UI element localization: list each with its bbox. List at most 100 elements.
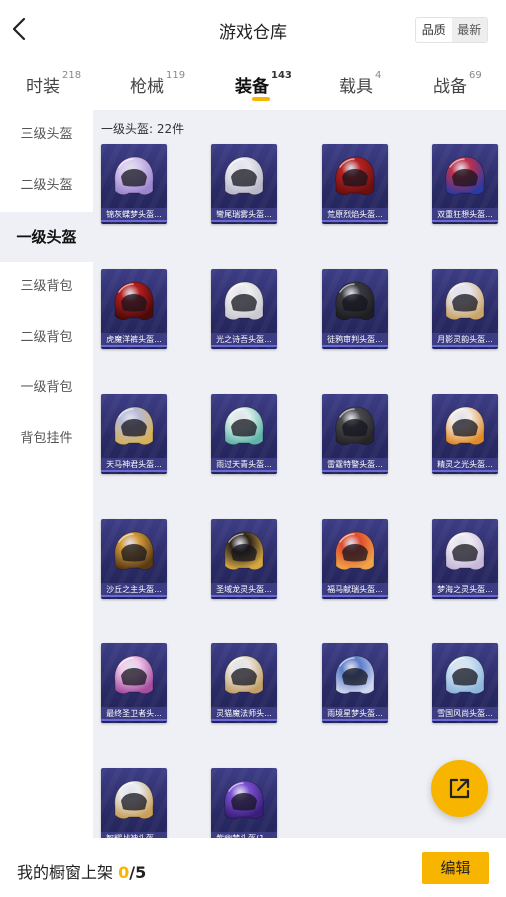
- helmet-icon: [335, 156, 375, 196]
- helmet-icon: [335, 406, 375, 446]
- tab-count: 119: [166, 70, 186, 81]
- sidebar-item-level2-helmet[interactable]: 二级头盔: [0, 161, 93, 211]
- helmet-icon: [335, 655, 375, 695]
- helmet-icon: [335, 531, 375, 571]
- item-card[interactable]: 最终圣卫者头...: [101, 643, 167, 723]
- helmet-icon: [445, 655, 485, 695]
- item-name: 灵猫魔法师头...: [211, 707, 277, 721]
- item-card[interactable]: 雨境星梦头盔...: [322, 643, 388, 723]
- helmet-icon: [114, 406, 154, 446]
- helmet-icon: [445, 406, 485, 446]
- sidebar: 三级头盔 二级头盔 一级头盔 三级背包 二级背包 一级背包 背包挂件: [0, 110, 93, 838]
- item-card[interactable]: 智耀战神头盔...: [101, 768, 167, 838]
- category-tabs: 时装218 枪械119 装备143 载具4 战备69: [0, 60, 506, 110]
- item-card[interactable]: 光之诗吾头盔...: [211, 269, 277, 349]
- item-card[interactable]: 徒鸦审判头盔...: [322, 269, 388, 349]
- sidebar-item-level2-backpack[interactable]: 二级背包: [0, 313, 93, 363]
- sidebar-item-level3-backpack[interactable]: 三级背包: [0, 262, 93, 312]
- item-grid-panel: 一级头盔: 22件 锦灰蝶梦头盔... 彎尾瑞雾头盔... 荒原烈焰头盔... 双重狂…: [93, 110, 506, 838]
- helmet-icon: [224, 655, 264, 695]
- item-card[interactable]: 沙丘之主头盔...: [101, 519, 167, 599]
- item-card[interactable]: 荒原烈焰头盔...: [322, 144, 388, 224]
- tab-label: 装备: [235, 77, 269, 97]
- helmet-icon: [114, 281, 154, 321]
- tab-combat-prep[interactable]: 战备69: [433, 70, 482, 97]
- item-name: 福马献瑞头盔...: [322, 583, 388, 597]
- tab-count: 143: [271, 70, 292, 81]
- share-button[interactable]: [431, 760, 488, 817]
- helmet-icon: [224, 156, 264, 196]
- edit-button[interactable]: 编辑: [422, 852, 489, 884]
- item-name: 最终圣卫者头...: [101, 707, 167, 721]
- item-card[interactable]: 天马神君头盔...: [101, 394, 167, 474]
- external-share-icon: [449, 778, 470, 799]
- item-name: 虎魔洋裤头盔...: [101, 333, 167, 347]
- sidebar-item-level1-helmet[interactable]: 一级头盔: [0, 212, 93, 262]
- item-card[interactable]: 双重狂想头盔...: [432, 144, 498, 224]
- item-name: 雪国风尚头盔...: [432, 707, 498, 721]
- item-name: 光之诗吾头盔...: [211, 333, 277, 347]
- showcase-label: 我的橱窗上架: [17, 863, 119, 882]
- bottom-bar: 我的橱窗上架 0/5 编辑: [0, 838, 506, 897]
- tab-label: 战备: [433, 77, 467, 97]
- helmet-icon: [114, 780, 154, 820]
- item-name: 天马神君头盔...: [101, 458, 167, 472]
- item-card[interactable]: 紫幽梦头盔(1...: [211, 768, 277, 838]
- header: 游戏仓库 品质 最新: [0, 0, 506, 60]
- helmet-icon: [445, 156, 485, 196]
- sort-quality-button[interactable]: 品质: [416, 18, 452, 42]
- item-card[interactable]: 雪国风尚头盔...: [432, 643, 498, 723]
- sidebar-item-level3-helmet[interactable]: 三级头盔: [0, 110, 93, 160]
- item-name: 雨过天青头盔...: [211, 458, 277, 472]
- showcase-status: 我的橱窗上架 0/5: [17, 859, 146, 883]
- item-card[interactable]: 梦海之灵头盔...: [432, 519, 498, 599]
- sort-newest-button[interactable]: 最新: [451, 18, 487, 42]
- helmet-icon: [114, 531, 154, 571]
- helmet-icon: [224, 406, 264, 446]
- tab-count: 69: [469, 70, 482, 81]
- item-name: 雨境星梦头盔...: [322, 707, 388, 721]
- helmet-icon: [445, 531, 485, 571]
- tab-count: 4: [375, 70, 382, 81]
- section-title: 一级头盔: 22件: [101, 122, 185, 136]
- item-card[interactable]: 雨过天青头盔...: [211, 394, 277, 474]
- tab-firearms[interactable]: 枪械119: [130, 70, 186, 97]
- item-name: 双重狂想头盔...: [432, 208, 498, 222]
- helmet-icon: [224, 780, 264, 820]
- helmet-icon: [224, 531, 264, 571]
- showcase-current-count: 0: [118, 863, 130, 882]
- tab-equipment[interactable]: 装备143: [235, 70, 292, 97]
- sidebar-item-backpack-charm[interactable]: 背包挂件: [0, 414, 93, 464]
- item-card[interactable]: 锦灰蝶梦头盔...: [101, 144, 167, 224]
- tab-vehicles[interactable]: 载具4: [339, 70, 382, 97]
- helmet-icon: [445, 281, 485, 321]
- item-card[interactable]: 精灵之光头盔...: [432, 394, 498, 474]
- item-card[interactable]: 灵猫魔法师头...: [211, 643, 277, 723]
- item-name: 圣域龙灵头盔...: [211, 583, 277, 597]
- item-name: 锦灰蝶梦头盔...: [101, 208, 167, 222]
- item-card[interactable]: 雷霆特警头盔...: [322, 394, 388, 474]
- item-name: 雷霆特警头盔...: [322, 458, 388, 472]
- tab-fashion[interactable]: 时装218: [26, 70, 82, 97]
- item-name: 沙丘之主头盔...: [101, 583, 167, 597]
- helmet-icon: [224, 281, 264, 321]
- tab-label: 时装: [26, 77, 60, 97]
- item-card[interactable]: 福马献瑞头盔...: [322, 519, 388, 599]
- showcase-total-count: 5: [135, 863, 147, 882]
- item-name: 月影灵韵头盔...: [432, 333, 498, 347]
- helmet-icon: [335, 281, 375, 321]
- item-name: 梦海之灵头盔...: [432, 583, 498, 597]
- item-name: 荒原烈焰头盔...: [322, 208, 388, 222]
- active-tab-indicator: [252, 97, 270, 101]
- item-card[interactable]: 彎尾瑞雾头盔...: [211, 144, 277, 224]
- sidebar-item-level1-backpack[interactable]: 一级背包: [0, 363, 93, 413]
- helmet-icon: [114, 156, 154, 196]
- item-card[interactable]: 圣域龙灵头盔...: [211, 519, 277, 599]
- item-name: 徒鸦审判头盔...: [322, 333, 388, 347]
- tab-label: 枪械: [130, 77, 164, 97]
- tab-label: 载具: [339, 77, 373, 97]
- item-card[interactable]: 虎魔洋裤头盔...: [101, 269, 167, 349]
- item-name: 精灵之光头盔...: [432, 458, 498, 472]
- tab-count: 218: [62, 70, 82, 81]
- item-card[interactable]: 月影灵韵头盔...: [432, 269, 498, 349]
